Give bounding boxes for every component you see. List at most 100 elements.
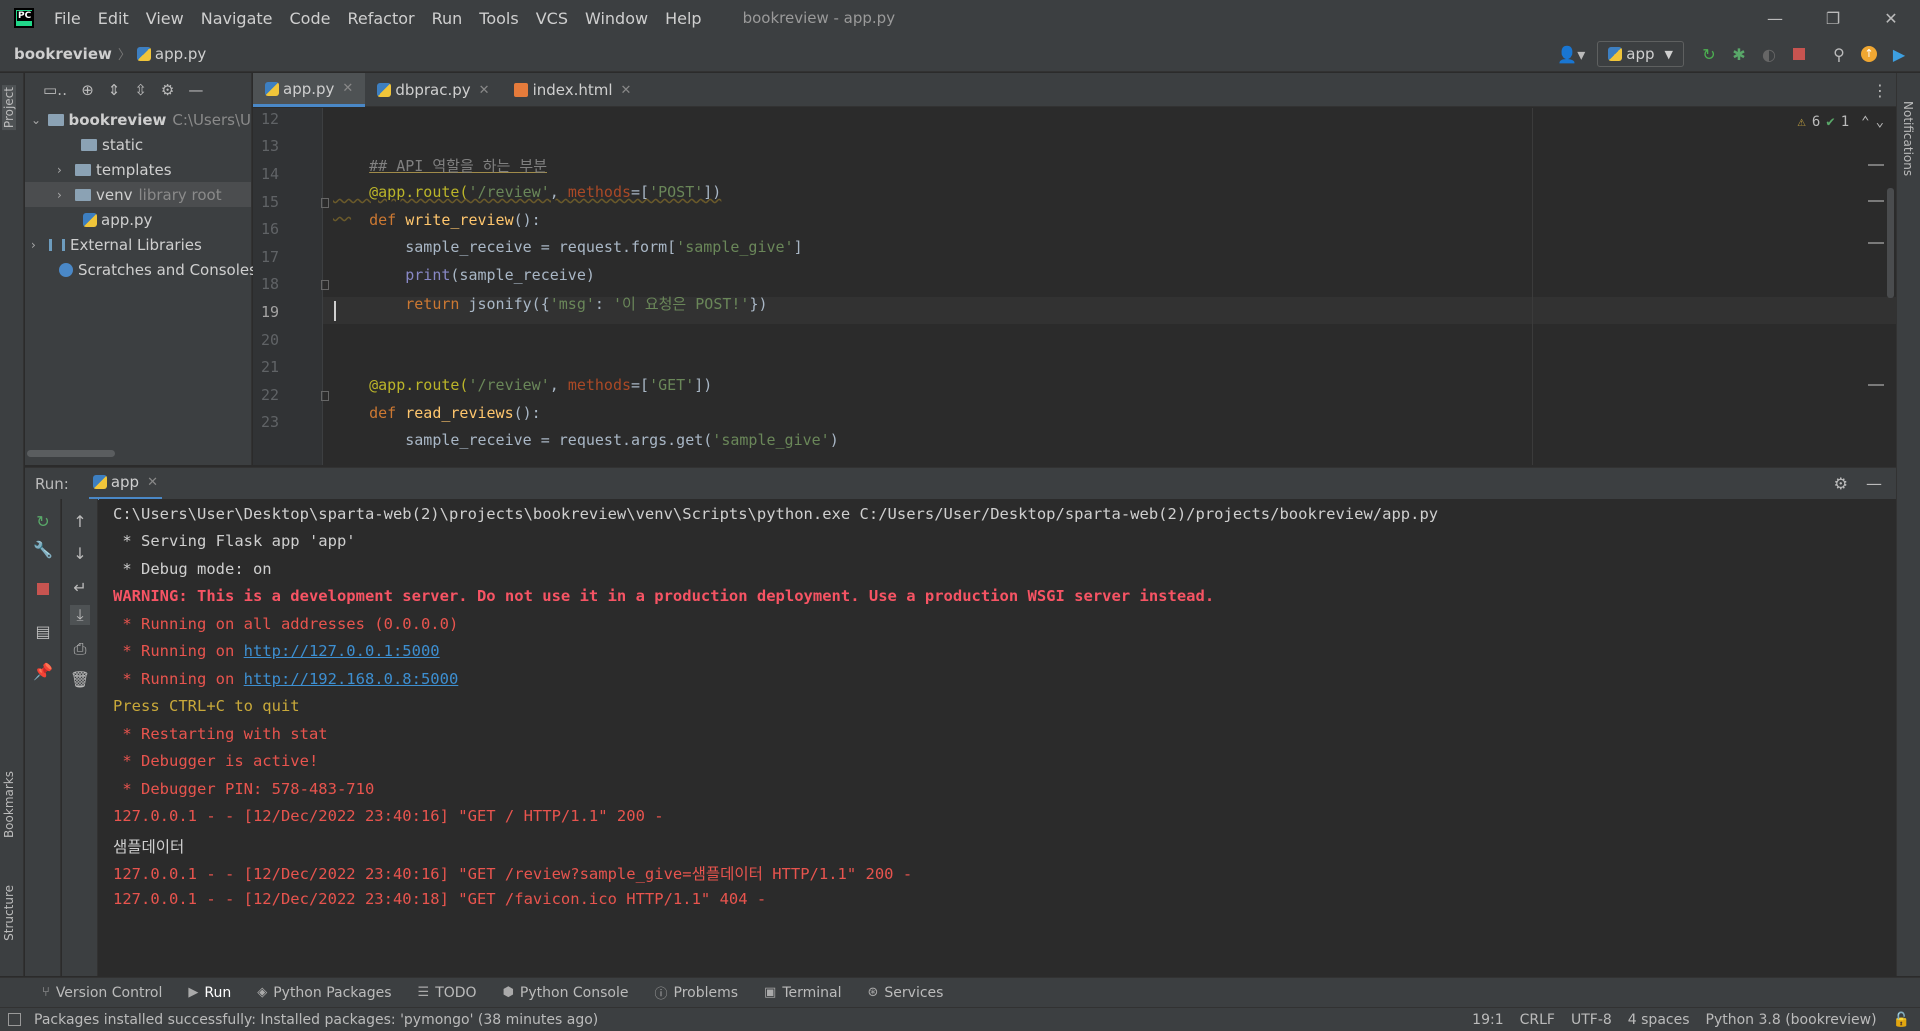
layout-icon[interactable]: ▤ xyxy=(33,621,53,641)
tab-python-packages[interactable]: ◈ Python Packages xyxy=(257,978,391,1008)
file-encoding[interactable]: UTF-8 xyxy=(1571,1012,1612,1028)
error-stripe-mark[interactable] xyxy=(1868,200,1884,202)
toggle-tool-windows-icon[interactable] xyxy=(8,1013,21,1026)
rerun-icon[interactable]: ↻ xyxy=(1694,36,1724,72)
menu-window[interactable]: Window xyxy=(585,9,648,28)
console-link-lan[interactable]: http://192.168.0.8:5000 xyxy=(244,670,459,688)
print-icon[interactable]: ⎙ xyxy=(70,639,90,659)
arrow-down-icon[interactable]: ↓ xyxy=(70,543,90,563)
bookmarks-tool-tab[interactable]: Bookmarks xyxy=(2,771,16,838)
inspection-widget[interactable]: ⚠ 6 ✔ 1 ⌃ ⌄ xyxy=(1797,114,1884,130)
tree-item-root[interactable]: ⌄ bookreview C:\Users\U xyxy=(31,107,251,132)
close-icon[interactable]: ✕ xyxy=(147,475,158,490)
status-message[interactable]: Packages installed successfully: Install… xyxy=(34,1012,598,1028)
tab-dbprac-py[interactable]: dbprac.py ✕ xyxy=(365,73,501,107)
console-link-localhost[interactable]: http://127.0.0.1:5000 xyxy=(244,642,440,660)
close-icon[interactable]: ✕ xyxy=(342,81,353,96)
close-icon[interactable]: ✕ xyxy=(1862,0,1920,36)
tab-version-control[interactable]: ⑂ Version Control xyxy=(42,978,162,1008)
wrench-icon[interactable]: 🔧 xyxy=(33,539,53,559)
coverage-icon[interactable]: ◐ xyxy=(1754,36,1784,72)
menu-file[interactable]: File xyxy=(54,9,81,28)
close-icon[interactable]: ✕ xyxy=(621,83,632,98)
pin-icon[interactable]: 📌 xyxy=(33,661,53,681)
update-icon[interactable]: ↑ xyxy=(1854,36,1884,72)
menu-help[interactable]: Help xyxy=(665,9,701,28)
error-stripe-mark[interactable] xyxy=(1868,164,1884,166)
tab-python-console[interactable]: ⬢ Python Console xyxy=(503,978,629,1008)
tree-item-app-py[interactable]: app.py xyxy=(83,207,152,232)
close-icon[interactable]: ✕ xyxy=(479,83,490,98)
tree-item-templates[interactable]: › templates xyxy=(57,157,172,182)
code-text: =[ xyxy=(631,376,650,394)
more-options-icon[interactable]: ⋮ xyxy=(1872,81,1888,100)
menu-run[interactable]: Run xyxy=(432,9,463,28)
stop-icon[interactable] xyxy=(33,579,53,599)
python-interpreter[interactable]: Python 3.8 (bookreview) xyxy=(1706,1012,1877,1028)
tree-item-static[interactable]: static xyxy=(81,132,143,157)
indent-setting[interactable]: 4 spaces xyxy=(1628,1012,1690,1028)
lock-icon[interactable]: 🔓 xyxy=(1893,1012,1910,1028)
search-icon[interactable]: ⚲ xyxy=(1824,36,1854,72)
error-stripe-mark[interactable] xyxy=(1868,242,1884,244)
arrow-up-icon[interactable]: ↑ xyxy=(70,511,90,531)
tab-terminal[interactable]: ▣ Terminal xyxy=(764,978,841,1008)
fold-marker-icon[interactable] xyxy=(321,198,329,208)
debug-bug-icon[interactable]: ✱ xyxy=(1724,36,1754,72)
code-with-me-icon[interactable]: ▶ xyxy=(1884,36,1914,72)
line-separator[interactable]: CRLF xyxy=(1520,1012,1555,1028)
chevron-up-icon[interactable]: ⌃ xyxy=(1861,114,1869,130)
tree-item-scratches[interactable]: Scratches and Consoles xyxy=(59,257,257,282)
tree-item-venv[interactable]: › venv library root xyxy=(25,182,251,207)
tab-todo[interactable]: ☰ TODO xyxy=(418,978,477,1008)
right-tool-stripe: Notifications xyxy=(1896,73,1920,976)
notifications-tool-tab[interactable]: Notifications xyxy=(1901,101,1915,176)
locate-file-icon[interactable]: ⊕ xyxy=(81,81,94,99)
hide-panel-icon[interactable]: — xyxy=(1866,474,1882,493)
menu-code[interactable]: Code xyxy=(290,9,331,28)
code-editor[interactable]: 12 13 14 15 16 17 18 19 20 21 22 23 ## A… xyxy=(253,108,1896,465)
error-stripe-mark[interactable] xyxy=(1868,384,1884,386)
collapse-all-icon[interactable]: ⇳ xyxy=(134,81,147,99)
restore-icon[interactable]: ❐ xyxy=(1804,0,1862,36)
editor-vertical-scrollbar[interactable] xyxy=(1887,188,1894,298)
user-icon[interactable]: 👤▾ xyxy=(1551,36,1591,72)
tab-app-py[interactable]: app.py ✕ xyxy=(253,73,366,107)
rerun-icon[interactable]: ↻ xyxy=(33,511,53,531)
run-console[interactable]: C:\Users\User\Desktop\sparta-web(2)\proj… xyxy=(99,499,1896,976)
breadcrumb-project[interactable]: bookreview xyxy=(14,45,112,63)
tab-run[interactable]: ▶ Run xyxy=(188,978,231,1008)
menu-vcs[interactable]: VCS xyxy=(536,9,568,28)
minimize-icon[interactable]: — xyxy=(1746,0,1804,36)
caret-position[interactable]: 19:1 xyxy=(1472,1012,1503,1028)
gear-icon[interactable]: ⚙ xyxy=(1834,474,1848,493)
menu-refactor[interactable]: Refactor xyxy=(347,9,414,28)
menu-view[interactable]: View xyxy=(146,9,184,28)
project-horizontal-scrollbar[interactable] xyxy=(27,450,115,457)
menu-navigate[interactable]: Navigate xyxy=(201,9,273,28)
tree-item-external-libraries[interactable]: › External Libraries xyxy=(31,232,202,257)
scroll-to-end-icon[interactable]: ⤓ xyxy=(70,605,90,625)
expand-all-icon[interactable]: ⇕ xyxy=(108,81,121,99)
tree-item-label: External Libraries xyxy=(70,235,202,254)
soft-wrap-icon[interactable]: ↵ xyxy=(70,577,90,597)
run-tab-app[interactable]: app ✕ xyxy=(88,468,162,500)
menu-tools[interactable]: Tools xyxy=(479,9,518,28)
structure-tool-tab[interactable]: Structure xyxy=(2,885,16,941)
tab-services[interactable]: ⊛ Services xyxy=(868,978,944,1008)
gear-icon[interactable]: ⚙ xyxy=(161,81,174,99)
run-config-selector[interactable]: app ▼ xyxy=(1597,41,1684,67)
tab-problems[interactable]: ⓘ Problems xyxy=(654,978,738,1008)
project-view-icon[interactable]: ▭‥ xyxy=(43,81,67,99)
hide-panel-icon[interactable]: — xyxy=(188,81,203,99)
tab-index-html[interactable]: index.html ✕ xyxy=(502,73,644,107)
code-text: }) xyxy=(749,295,768,313)
fold-marker-icon[interactable] xyxy=(321,391,329,401)
fold-marker-icon[interactable] xyxy=(321,280,329,290)
chevron-down-icon[interactable]: ⌄ xyxy=(1876,114,1884,130)
breadcrumb-file[interactable]: app.py xyxy=(136,45,206,63)
menu-edit[interactable]: Edit xyxy=(98,9,129,28)
trash-icon[interactable]: 🗑 xyxy=(70,669,90,689)
project-tool-tab[interactable]: Project xyxy=(2,85,16,131)
stop-icon[interactable] xyxy=(1784,36,1814,72)
